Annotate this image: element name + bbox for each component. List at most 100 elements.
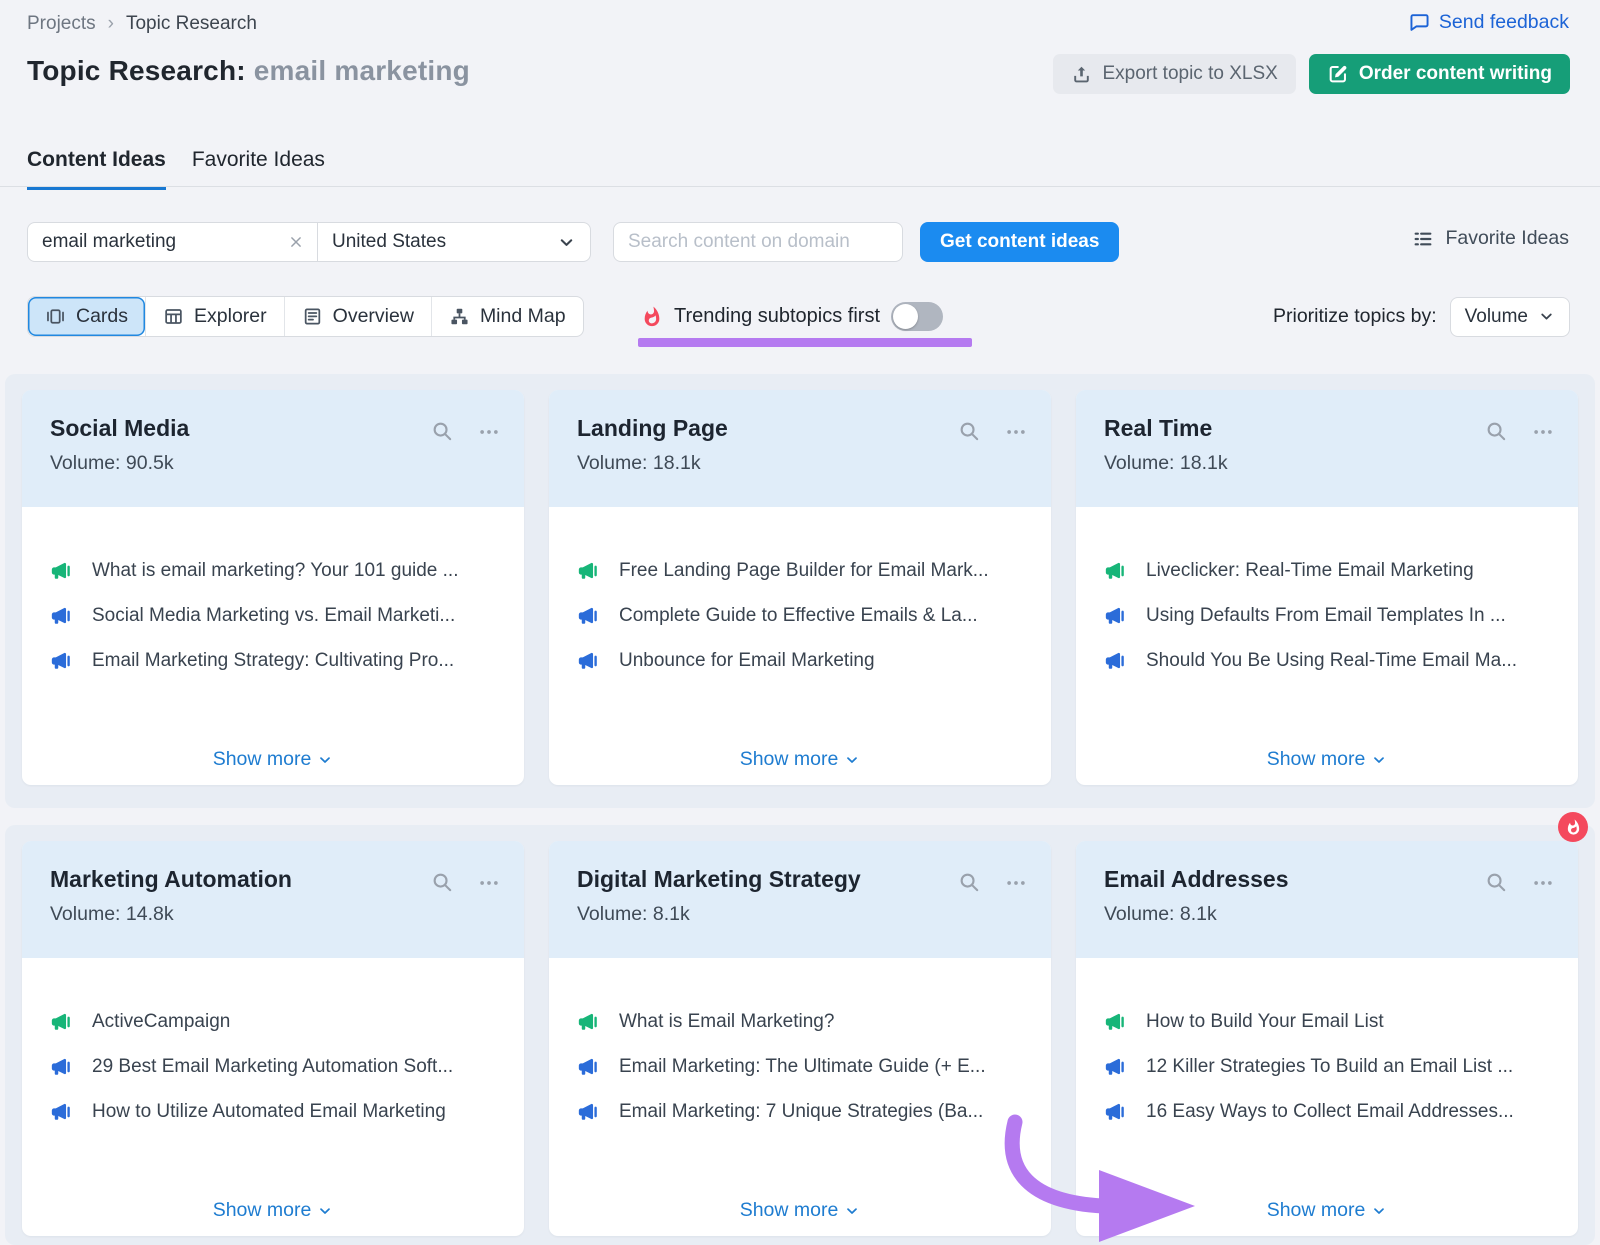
card-body: What is email marketing? Your 101 guide … xyxy=(22,507,524,675)
topic-item[interactable]: Complete Guide to Effective Emails & La.… xyxy=(577,602,1023,630)
card-volume: Volume: 14.8k xyxy=(50,903,500,926)
search-icon[interactable] xyxy=(431,871,454,894)
megaphone-icon xyxy=(1104,560,1126,582)
favorite-ideas-button[interactable]: Favorite Ideas xyxy=(1412,227,1569,250)
prioritize-label: Prioritize topics by: xyxy=(1273,305,1437,328)
card-header: Digital Marketing Strategy Volume: 8.1k xyxy=(549,841,1051,958)
megaphone-icon xyxy=(1104,650,1126,672)
megaphone-icon xyxy=(1104,605,1126,627)
search-icon[interactable] xyxy=(958,420,981,443)
megaphone-icon xyxy=(50,605,72,627)
more-options-icon[interactable] xyxy=(1005,872,1027,894)
toggle-knob xyxy=(893,304,918,329)
topic-item[interactable]: Should You Be Using Real-Time Email Ma..… xyxy=(1104,647,1550,675)
card-volume: Volume: 90.5k xyxy=(50,452,500,475)
tab-favorite-ideas[interactable]: Favorite Ideas xyxy=(192,148,325,190)
chevron-down-icon xyxy=(1538,308,1555,325)
topic-card-marketing-automation: Marketing Automation Volume: 14.8k Activ… xyxy=(22,841,524,1236)
chevron-down-icon xyxy=(1371,1203,1387,1219)
topic-research-page: Projects › Topic Research Send feedback … xyxy=(0,0,1600,1245)
page-title-query: email marketing xyxy=(254,55,470,86)
more-options-icon[interactable] xyxy=(478,421,500,443)
card-body: Liveclicker: Real-Time Email Marketing U… xyxy=(1076,507,1578,675)
topic-item[interactable]: Social Media Marketing vs. Email Marketi… xyxy=(50,602,496,630)
trending-badge xyxy=(1558,812,1588,842)
feedback-bubble-icon xyxy=(1409,12,1430,33)
breadcrumb: Projects › Topic Research xyxy=(27,13,257,35)
view-overview[interactable]: Overview xyxy=(284,297,431,336)
view-mind-map[interactable]: Mind Map xyxy=(431,297,583,336)
card-header: Email Addresses Volume: 8.1k xyxy=(1076,841,1578,958)
breadcrumb-projects[interactable]: Projects xyxy=(27,13,96,35)
more-options-icon[interactable] xyxy=(1532,421,1554,443)
table-icon xyxy=(163,306,184,327)
mindmap-icon xyxy=(449,306,470,327)
more-options-icon[interactable] xyxy=(1005,421,1027,443)
topic-item[interactable]: 29 Best Email Marketing Automation Soft.… xyxy=(50,1053,496,1081)
cards-icon xyxy=(45,306,66,327)
card-volume: Volume: 18.1k xyxy=(577,452,1027,475)
send-feedback-label: Send feedback xyxy=(1439,11,1569,34)
show-more-link[interactable]: Show more xyxy=(22,1199,524,1222)
show-more-link[interactable]: Show more xyxy=(1076,748,1578,771)
topic-item[interactable]: How to Utilize Automated Email Marketing xyxy=(50,1098,496,1126)
chevron-down-icon xyxy=(317,1203,333,1219)
topic-item[interactable]: Liveclicker: Real-Time Email Marketing xyxy=(1104,557,1550,585)
card-body: How to Build Your Email List 12 Killer S… xyxy=(1076,958,1578,1126)
show-more-link[interactable]: Show more xyxy=(549,748,1051,771)
controls-row: Cards Explorer Overview Mind Map Trendin… xyxy=(0,296,1600,337)
topic-item[interactable]: How to Build Your Email List xyxy=(1104,1008,1550,1036)
view-explorer[interactable]: Explorer xyxy=(145,297,284,336)
topic-item[interactable]: Using Defaults From Email Templates In .… xyxy=(1104,602,1550,630)
show-more-link[interactable]: Show more xyxy=(22,748,524,771)
trending-toggle[interactable] xyxy=(891,302,943,331)
topic-item[interactable]: What is Email Marketing? xyxy=(577,1008,1023,1036)
chevron-down-icon xyxy=(317,752,333,768)
page-title: Topic Research: email marketing xyxy=(27,55,470,87)
more-options-icon[interactable] xyxy=(1532,872,1554,894)
topic-item[interactable]: Unbounce for Email Marketing xyxy=(577,647,1023,675)
chevron-down-icon xyxy=(844,1203,860,1219)
topic-item[interactable]: ActiveCampaign xyxy=(50,1008,496,1036)
search-icon[interactable] xyxy=(1485,871,1508,894)
megaphone-icon xyxy=(1104,1101,1126,1123)
topic-item[interactable]: Email Marketing: The Ultimate Guide (+ E… xyxy=(577,1053,1023,1081)
domain-search-input[interactable] xyxy=(613,222,903,262)
send-feedback-link[interactable]: Send feedback xyxy=(1409,11,1569,34)
topic-card-email-addresses: Email Addresses Volume: 8.1k How to Buil… xyxy=(1076,841,1578,1236)
topic-item[interactable]: Email Marketing Strategy: Cultivating Pr… xyxy=(50,647,496,675)
view-cards[interactable]: Cards xyxy=(28,297,145,336)
megaphone-icon xyxy=(50,1056,72,1078)
topic-item[interactable]: Email Marketing: 7 Unique Strategies (Ba… xyxy=(577,1098,1023,1126)
search-icon[interactable] xyxy=(431,420,454,443)
prioritize-select[interactable]: Volume xyxy=(1450,297,1570,337)
search-row: United States Get content ideas Favorite… xyxy=(0,222,1600,262)
topic-query-input[interactable] xyxy=(42,231,287,253)
chevron-right-icon: › xyxy=(108,13,114,35)
more-options-icon[interactable] xyxy=(478,872,500,894)
country-select[interactable]: United States xyxy=(318,223,590,261)
cards-row-2: Marketing Automation Volume: 14.8k Activ… xyxy=(5,825,1595,1245)
show-more-link[interactable]: Show more xyxy=(549,1199,1051,1222)
clear-query-icon[interactable] xyxy=(287,233,305,251)
topic-item[interactable]: 12 Killer Strategies To Build an Email L… xyxy=(1104,1053,1550,1081)
order-content-writing-button[interactable]: Order content writing xyxy=(1309,54,1570,94)
search-icon[interactable] xyxy=(958,871,981,894)
topic-item[interactable]: What is email marketing? Your 101 guide … xyxy=(50,557,496,585)
card-header-icons xyxy=(958,871,1027,894)
edit-icon xyxy=(1327,63,1349,85)
chevron-down-icon xyxy=(844,752,860,768)
megaphone-icon xyxy=(50,1011,72,1033)
export-xlsx-button[interactable]: Export topic to XLSX xyxy=(1053,54,1295,94)
breadcrumb-topic-research: Topic Research xyxy=(126,13,257,35)
topic-item[interactable]: Free Landing Page Builder for Email Mark… xyxy=(577,557,1023,585)
search-icon[interactable] xyxy=(1485,420,1508,443)
tab-content-ideas[interactable]: Content Ideas xyxy=(27,148,166,190)
topic-item[interactable]: 16 Easy Ways to Collect Email Addresses.… xyxy=(1104,1098,1550,1126)
show-more-link[interactable]: Show more xyxy=(1076,1199,1578,1222)
overview-icon xyxy=(302,306,323,327)
topic-card-social-media: Social Media Volume: 90.5k What is email… xyxy=(22,390,524,785)
get-content-ideas-button[interactable]: Get content ideas xyxy=(920,222,1119,262)
card-header: Landing Page Volume: 18.1k xyxy=(549,390,1051,507)
megaphone-icon xyxy=(1104,1056,1126,1078)
